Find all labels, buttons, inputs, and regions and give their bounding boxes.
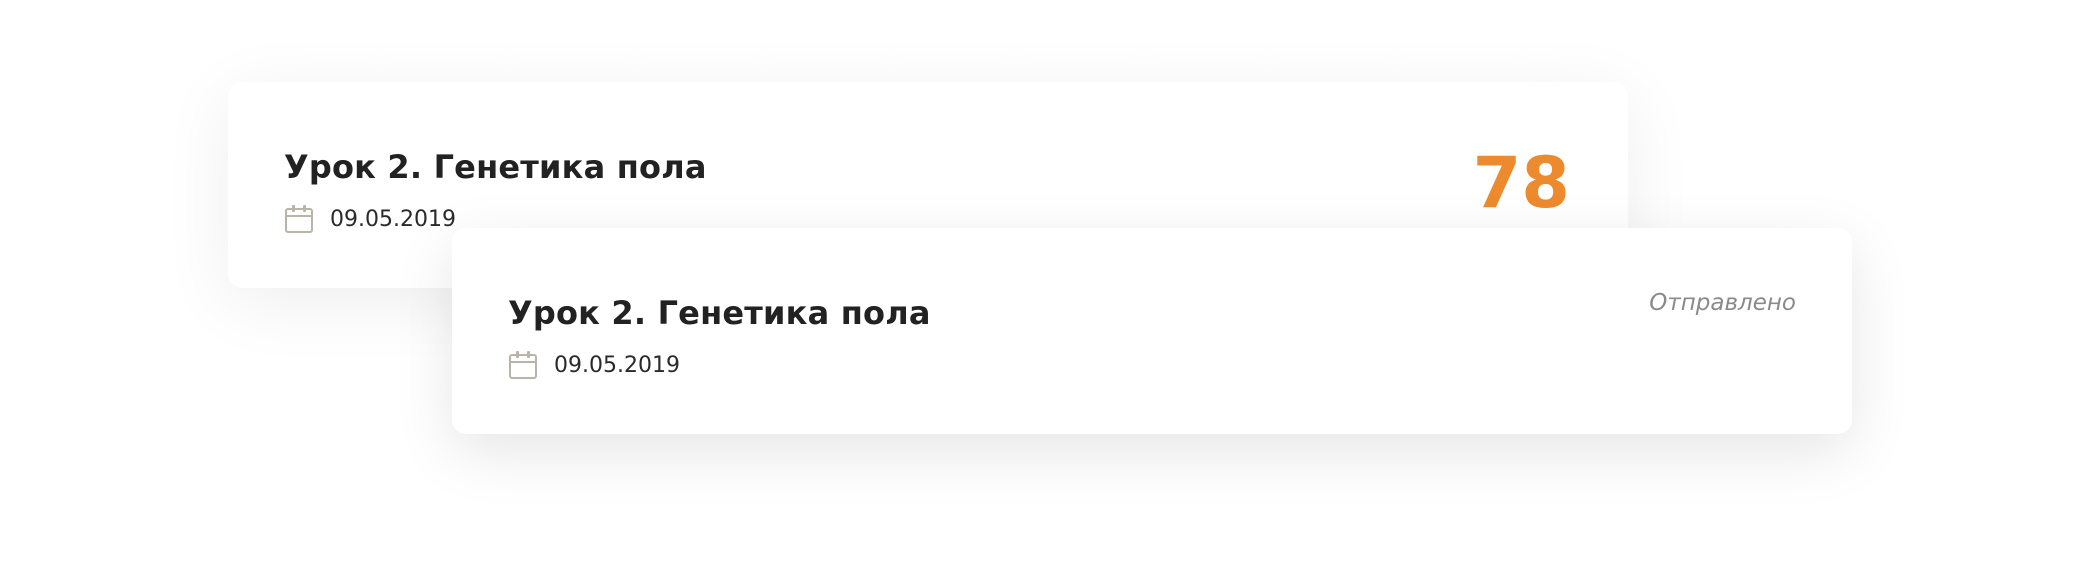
lesson-date: 09.05.2019 — [554, 352, 680, 378]
lesson-title: Урок 2. Генетика пола — [284, 148, 707, 186]
lesson-date: 09.05.2019 — [330, 206, 456, 232]
calendar-icon — [284, 204, 314, 234]
score-value: 78 — [1472, 142, 1570, 224]
lesson-date-row: 09.05.2019 — [508, 350, 680, 380]
lesson-date-row: 09.05.2019 — [284, 204, 456, 234]
calendar-icon — [508, 350, 538, 380]
lesson-card-submitted[interactable]: Урок 2. Генетика пола 09.05.2019 Отправл… — [452, 228, 1852, 434]
lesson-title: Урок 2. Генетика пола — [508, 294, 931, 332]
status-label: Отправлено — [1649, 290, 1796, 316]
